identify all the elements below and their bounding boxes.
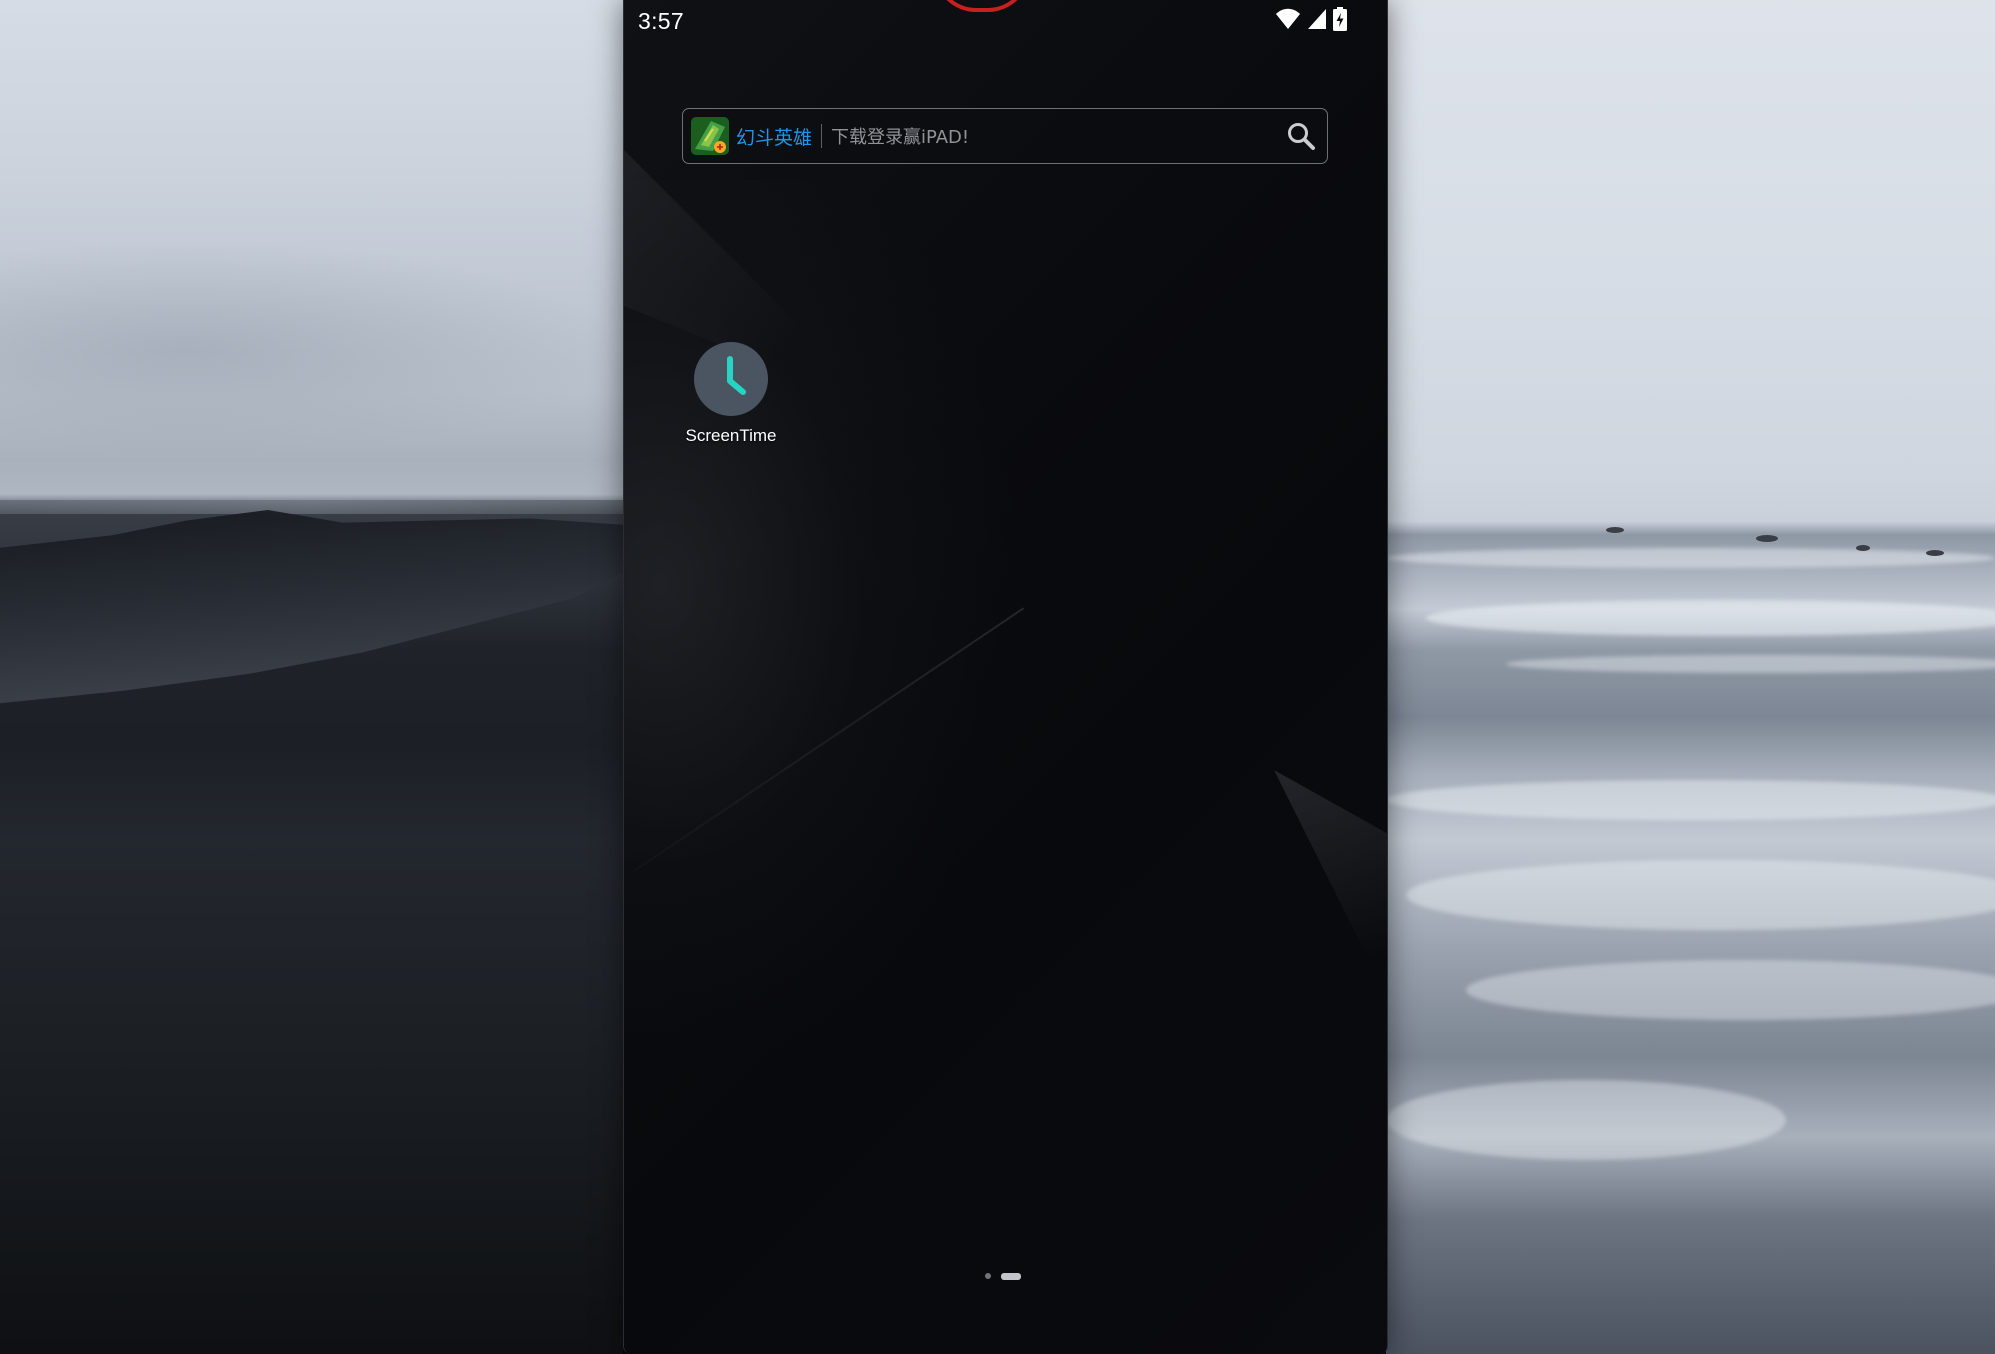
status-bar: 3:57 [624,0,1387,42]
game-ad-icon[interactable] [691,117,729,155]
desktop-stage: 3:57 幻斗英雄 下载登录赢iPAD! ScreenTime [0,0,1995,1354]
cellular-signal-icon [1307,8,1327,34]
page-dot-2-active[interactable] [1001,1272,1021,1280]
app-screentime[interactable]: ScreenTime [676,342,786,446]
phone-screen: 3:57 幻斗英雄 下载登录赢iPAD! ScreenTime [623,0,1388,1354]
search-button[interactable] [1279,114,1323,158]
search-divider [821,124,823,148]
status-time: 3:57 [638,8,684,34]
wifi-icon [1275,8,1301,34]
search-hint-text[interactable]: 下载登录赢iPAD! [831,123,1279,149]
page-dot-1[interactable] [985,1273,991,1279]
search-widget[interactable]: 幻斗英雄 下载登录赢iPAD! [682,108,1328,164]
ad-brand-name[interactable]: 幻斗英雄 [736,123,812,150]
background-dunes-image [0,0,623,1354]
search-icon [1288,123,1315,150]
app-label: ScreenTime [685,426,777,445]
background-beach-image [1386,0,1995,1354]
page-indicator [985,1271,1021,1281]
clock-icon[interactable] [694,342,768,416]
battery-charging-icon [1333,7,1347,35]
